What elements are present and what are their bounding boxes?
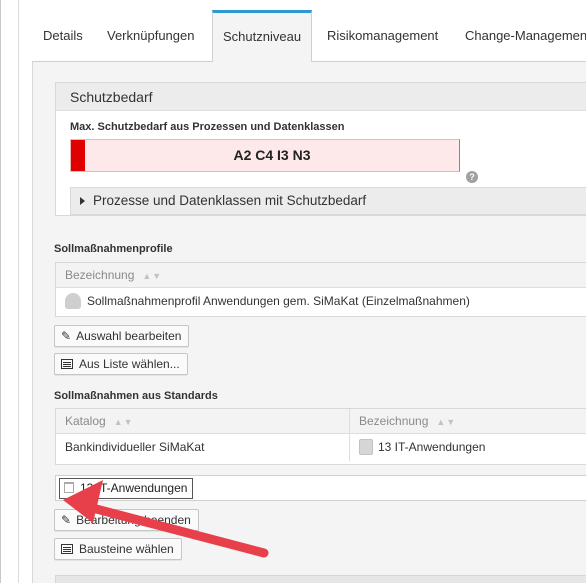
schutzbedarf-panel: Schutzbedarf Max. Schutzbedarf aus Proze… [55, 82, 586, 216]
profile-cell: Sollmaßnahmenprofil Anwendungen gem. SiM… [56, 288, 470, 315]
profiles-table: Bezeichnung ▲▼ Sollmaßnahmenprofil Anwend… [55, 262, 586, 317]
table-row[interactable]: Sollmaßnahmenprofil Anwendungen gem. SiM… [56, 288, 586, 315]
schutzbedarf-level-value: A2 C4 I3 N3 [233, 147, 311, 163]
trash-icon[interactable] [64, 482, 74, 494]
edit-icon: ✎ [61, 329, 72, 343]
help-icon[interactable]: ? [466, 171, 478, 183]
tab-bar: Details Verknüpfungen Schutzniveau Risik… [32, 10, 586, 63]
sollmassnahmenprofile-title: Sollmaßnahmenprofile [54, 243, 173, 255]
schutzniveau-content: Schutzbedarf Max. Schutzbedarf aus Proze… [32, 62, 586, 583]
level-color-indicator [71, 140, 85, 171]
list-icon [61, 543, 73, 554]
standards-table-header: Katalog ▲▼ Bezeichnung ▲▼ [56, 409, 586, 434]
sollmassnahmen-standards-title: Sollmaßnahmen aus Standards [54, 390, 218, 402]
bearbeitung-beenden-button[interactable]: ✎ Bearbeitung beenden [54, 509, 199, 531]
list-icon [61, 358, 73, 369]
aus-liste-waehlen-button[interactable]: Aus Liste wählen... [54, 353, 188, 375]
sort-arrows-icon: ▲▼ [142, 271, 163, 281]
edit-icon: ✎ [61, 513, 72, 527]
schutzbedarf-level-box: A2 C4 I3 N3 [70, 139, 460, 172]
expander-label: Prozesse und Datenklassen mit Schutzbeda… [93, 193, 367, 208]
standards-table: Katalog ▲▼ Bezeichnung ▲▼ Bankindividuelle… [55, 408, 586, 465]
table-row[interactable]: Bankindividueller SiMaKat 13 IT-Anwendun… [56, 434, 586, 461]
collapsed-section-bar [55, 575, 586, 583]
tab-verknuepfungen[interactable]: Verknüpfungen [107, 10, 194, 62]
tab-risikomanagement[interactable]: Risikomanagement [327, 10, 438, 62]
selected-standards-field[interactable]: 13 IT-Anwendungen [55, 475, 586, 501]
selected-standard-tag[interactable]: 13 IT-Anwendungen [59, 478, 194, 499]
window-frame: Details Verknüpfungen Schutzniveau Risik… [0, 0, 586, 583]
sort-arrows-icon: ▲▼ [113, 417, 134, 427]
prozesse-datenklassen-expander[interactable]: Prozesse und Datenklassen mit Schutzbeda… [70, 187, 586, 215]
column-header-bezeichnung[interactable]: Bezeichnung ▲▼ [56, 263, 162, 288]
umbrella-icon [65, 292, 81, 309]
tab-details[interactable]: Details [43, 10, 83, 62]
expand-triangle-icon [80, 197, 85, 205]
bezeichnung-cell: 13 IT-Anwendungen [350, 434, 485, 461]
profiles-table-header: Bezeichnung ▲▼ [56, 263, 586, 288]
tab-schutzniveau[interactable]: Schutzniveau [212, 10, 313, 63]
column-header-bezeichnung[interactable]: Bezeichnung ▲▼ [350, 409, 456, 434]
tab-change-management[interactable]: Change-Managemen [465, 10, 586, 62]
bausteine-waehlen-button[interactable]: Bausteine wählen [54, 538, 182, 560]
schutzbedarf-title: Schutzbedarf [56, 83, 586, 111]
katalog-cell: Bankindividueller SiMaKat [65, 440, 205, 454]
max-schutzbedarf-label: Max. Schutzbedarf aus Prozessen und Date… [70, 121, 345, 133]
document-icon [359, 438, 373, 455]
column-header-katalog[interactable]: Katalog ▲▼ [56, 409, 134, 434]
sort-arrows-icon: ▲▼ [436, 417, 457, 427]
auswahl-bearbeiten-button[interactable]: ✎ Auswahl bearbeiten [54, 325, 190, 347]
left-edge-strip [1, 0, 19, 583]
